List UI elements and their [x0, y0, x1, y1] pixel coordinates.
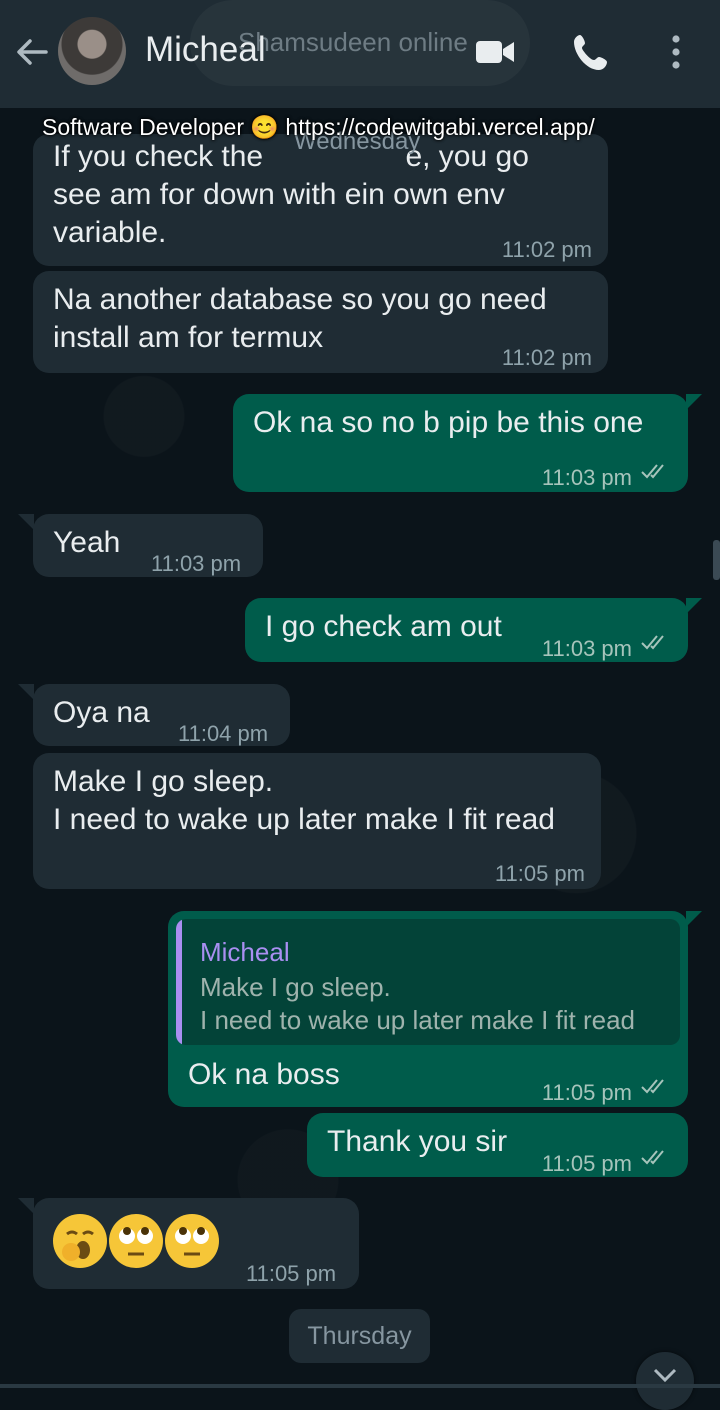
bubble-tail — [18, 684, 34, 700]
message-text: If you check the — [53, 140, 272, 173]
bubble-tail — [18, 1198, 34, 1214]
message-text: Ok na so no b pip be this one — [253, 406, 644, 439]
message-text: Na another database so you go need — [53, 283, 547, 316]
message-time: 11:05 pm — [246, 1261, 337, 1286]
message-bubble-incoming[interactable]: Oya na 11:04 pm — [33, 684, 290, 746]
quote-accent-bar — [176, 919, 182, 1045]
avatar[interactable] — [58, 17, 126, 85]
back-arrow-icon[interactable] — [14, 34, 50, 70]
message-time: 11:04 pm — [178, 721, 269, 746]
message-time: 11:02 pm — [501, 237, 592, 262]
bubble-tail — [686, 911, 702, 927]
message-bubble-outgoing[interactable]: Thank you sir 11:05 pm — [307, 1113, 688, 1177]
message-bubble-incoming[interactable]: Make I go sleep. I need to wake up later… — [33, 753, 601, 889]
phone-icon[interactable] — [570, 30, 614, 74]
scrollbar[interactable] — [713, 540, 720, 580]
message-bubble-outgoing-reply[interactable]: Micheal Make I go sleep. I need to wake … — [168, 911, 688, 1107]
yawning-face-emoji — [53, 1214, 107, 1268]
message-text: Make I go sleep. — [53, 765, 274, 798]
message-time: 11:02 pm — [501, 345, 592, 370]
message-bubble-incoming[interactable]: Yeah 11:03 pm — [33, 514, 263, 577]
quoted-message[interactable]: Micheal Make I go sleep. I need to wake … — [176, 919, 680, 1045]
input-bar-edge — [0, 1384, 720, 1388]
contact-name[interactable]: Micheal — [145, 30, 266, 70]
emoji-row — [53, 1214, 223, 1270]
read-receipt-icon — [641, 635, 664, 650]
read-receipt-icon — [641, 1079, 664, 1094]
message-time: 11:03 pm — [541, 636, 632, 661]
quote-line: I need to wake up later make I fit read — [200, 1005, 636, 1035]
quote-text: Make I go sleep. I need to wake up later… — [200, 971, 635, 1037]
message-time: 11:03 pm — [541, 465, 632, 490]
scroll-to-bottom-button[interactable] — [636, 1352, 694, 1410]
video-call-icon[interactable] — [473, 30, 517, 74]
message-time: 11:05 pm — [494, 861, 585, 886]
message-text: I need to wake up later make I fit read — [53, 803, 555, 836]
message-time: 11:03 pm — [151, 551, 242, 576]
message-bubble-outgoing[interactable]: Ok na so no b pip be this one 11:03 pm — [233, 394, 688, 492]
message-text: see am for down with ein own env — [53, 178, 505, 211]
message-time: 11:05 pm — [541, 1151, 632, 1176]
eye-roll-emoji — [109, 1214, 163, 1268]
day-divider: Thursday — [289, 1309, 430, 1363]
eye-roll-emoji — [165, 1214, 219, 1268]
quote-line: Make I go sleep. — [200, 972, 391, 1002]
quote-author: Micheal — [200, 937, 290, 967]
contact-subtitle: Software Developer 😊 https://codewitgabi… — [42, 114, 595, 140]
chat-header: Shamsudeen online Micheal — [0, 0, 720, 108]
more-options-icon[interactable] — [654, 30, 698, 74]
ghost-status-text: Shamsudeen online — [238, 27, 468, 57]
message-text: Ok na boss — [188, 1058, 340, 1091]
message-bubble-outgoing[interactable]: I go check am out 11:03 pm — [245, 598, 688, 662]
message-time: 11:05 pm — [541, 1080, 632, 1105]
message-text: variable. — [53, 216, 167, 249]
bubble-tail — [686, 598, 702, 614]
message-text-suffix: e, you go — [405, 140, 529, 173]
read-receipt-icon — [641, 464, 664, 479]
message-bubble-incoming[interactable]: Na another database so you go need insta… — [33, 271, 608, 373]
bubble-tail — [18, 514, 34, 530]
bubble-tail — [686, 394, 702, 410]
message-bubble-incoming-emoji[interactable]: 11:05 pm — [33, 1198, 359, 1289]
read-receipt-icon — [641, 1150, 664, 1165]
